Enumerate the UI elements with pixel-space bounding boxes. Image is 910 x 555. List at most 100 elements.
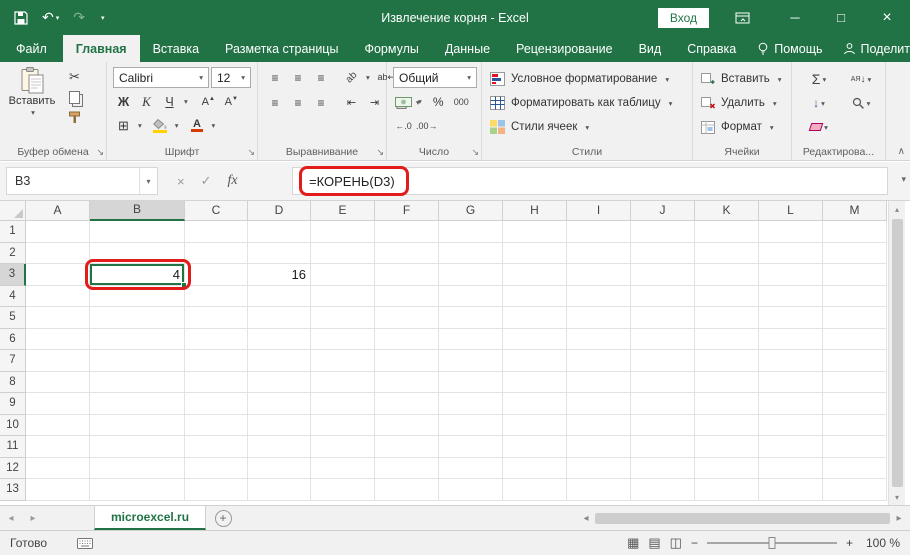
sheet-nav-right-icon[interactable]: ▸ [22,506,44,530]
page-layout-view-icon[interactable]: ▤ [648,535,660,551]
cell-F10[interactable] [375,414,439,436]
align-center-icon[interactable]: ≡ [287,92,308,113]
cell-J1[interactable] [631,221,695,243]
cell-E1[interactable] [311,221,375,243]
cell-I5[interactable] [567,307,631,329]
cell-E4[interactable] [311,285,375,307]
cell-H8[interactable] [503,371,567,393]
copy-icon[interactable] [64,90,85,104]
cell-L1[interactable] [759,221,823,243]
cell-H5[interactable] [503,307,567,329]
cell-A5[interactable] [26,307,90,329]
cell-L7[interactable] [759,350,823,372]
customize-qat-button[interactable]: ▾ [99,14,105,22]
cell-G12[interactable] [439,457,503,479]
cell-A7[interactable] [26,350,90,372]
row-header-6[interactable]: 6 [0,328,26,350]
cell-L10[interactable] [759,414,823,436]
scroll-down-icon[interactable]: ▾ [889,489,905,505]
cell-F4[interactable] [375,285,439,307]
row-header-5[interactable]: 5 [0,307,26,329]
cell-H9[interactable] [503,393,567,415]
cell-J6[interactable] [631,328,695,350]
tab-Формулы[interactable]: Формулы [351,35,431,62]
cell-J2[interactable] [631,242,695,264]
cell-I4[interactable] [567,285,631,307]
fill-color-dropdown-icon[interactable]: ▾ [175,121,179,130]
cell-B3[interactable]: 4 [90,264,187,288]
align-left-icon[interactable]: ≡ [264,92,285,113]
row-header-11[interactable]: 11 [0,436,26,458]
cell-J3[interactable] [631,264,695,286]
cell-L2[interactable] [759,242,823,264]
cell-J9[interactable] [631,393,695,415]
tab-Рецензирование[interactable]: Рецензирование [503,35,626,62]
clipboard-dialog-launcher-icon[interactable]: ↘ [96,147,104,158]
cell-E9[interactable] [311,393,375,415]
alignment-dialog-launcher-icon[interactable]: ↘ [376,147,384,158]
font-dialog-launcher-icon[interactable]: ↘ [247,147,255,158]
cell-G1[interactable] [439,221,503,243]
zoom-in-icon[interactable]: + [846,536,853,550]
cell-D12[interactable] [248,457,311,479]
name-box[interactable]: B3 ▾ [6,167,158,195]
expand-formula-bar-icon[interactable]: ▾ [901,174,906,185]
cell-B8[interactable] [90,371,185,393]
orientation-button[interactable]: ab [341,67,362,88]
cell-G11[interactable] [439,436,503,458]
cell-styles-button[interactable]: Стили ячеек ▾ [490,115,688,139]
cell-C4[interactable] [185,285,248,307]
fill-handle[interactable] [181,281,187,288]
column-header-M[interactable]: M [823,201,887,221]
column-header-G[interactable]: G [439,201,503,221]
row-header-3[interactable]: 3 [0,264,26,286]
redo-button[interactable]: ↷ [73,9,85,26]
cell-M5[interactable] [823,307,887,329]
row-header-9[interactable]: 9 [0,393,26,415]
column-header-K[interactable]: K [695,201,759,221]
tab-Вставка[interactable]: Вставка [140,35,212,62]
insert-function-icon[interactable]: fx [228,173,238,189]
cell-J4[interactable] [631,285,695,307]
cell-I6[interactable] [567,328,631,350]
cell-B4[interactable] [90,285,185,307]
cell-C13[interactable] [185,479,248,501]
cell-C11[interactable] [185,436,248,458]
insert-cells-button[interactable]: Вставить ▾ [701,67,787,91]
cell-E8[interactable] [311,371,375,393]
cell-G9[interactable] [439,393,503,415]
undo-button[interactable]: ↶ ▾ [42,9,59,26]
cell-G3[interactable] [439,264,503,286]
cell-C10[interactable] [185,414,248,436]
cell-K9[interactable] [695,393,759,415]
horizontal-scrollbar[interactable]: ◂ ▸ [575,506,910,530]
cell-D8[interactable] [248,371,311,393]
percent-style-button[interactable]: % [428,91,449,112]
paste-button[interactable]: Вставить ▾ [6,67,58,124]
cell-B11[interactable] [90,436,185,458]
cell-G2[interactable] [439,242,503,264]
new-sheet-button[interactable]: + [206,506,240,530]
italic-button[interactable]: К [136,91,157,112]
cell-L11[interactable] [759,436,823,458]
cell-E7[interactable] [311,350,375,372]
number-dialog-launcher-icon[interactable]: ↘ [471,147,479,158]
cell-F7[interactable] [375,350,439,372]
cell-M11[interactable] [823,436,887,458]
cell-K1[interactable] [695,221,759,243]
borders-dropdown-icon[interactable]: ▾ [138,121,142,130]
cell-C9[interactable] [185,393,248,415]
vertical-scroll-thumb[interactable] [891,219,903,487]
save-icon[interactable] [14,10,28,25]
row-header-8[interactable]: 8 [0,371,26,393]
cell-L8[interactable] [759,371,823,393]
cell-H4[interactable] [503,285,567,307]
cell-E12[interactable] [311,457,375,479]
collapse-ribbon-icon[interactable]: ∧ [898,146,905,157]
cell-A3[interactable] [26,264,90,286]
cell-I9[interactable] [567,393,631,415]
tab-Данные[interactable]: Данные [432,35,503,62]
zoom-slider[interactable] [706,537,837,549]
help-menu[interactable]: Помощь [749,42,830,56]
cell-I3[interactable] [567,264,631,286]
